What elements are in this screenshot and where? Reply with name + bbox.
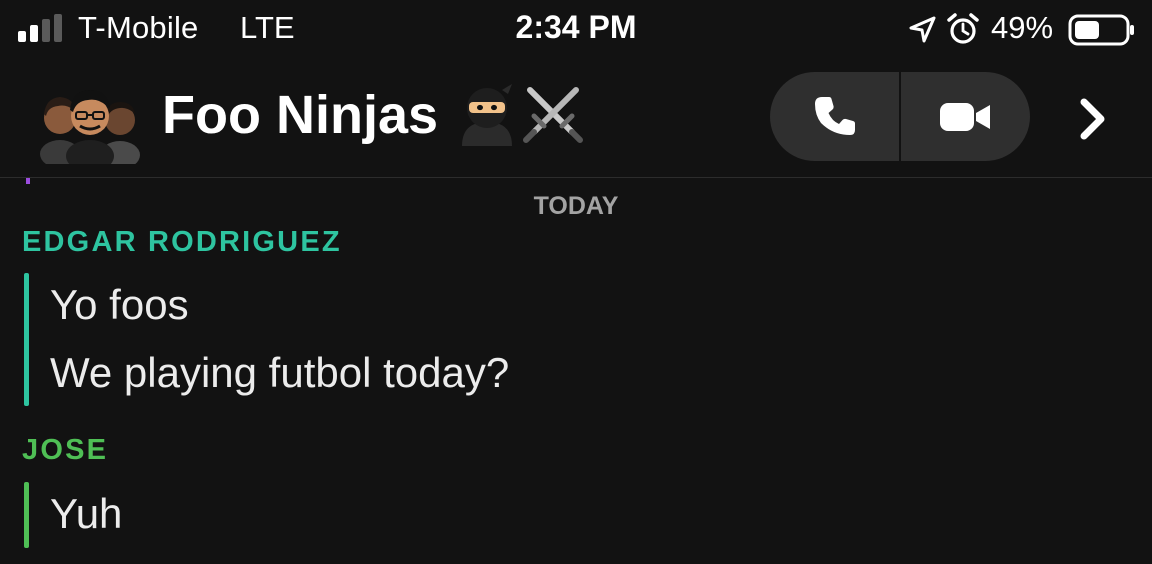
video-camera-icon: [939, 102, 990, 131]
carrier-name: T-Mobile: [78, 10, 199, 45]
voice-call-button[interactable]: [770, 72, 899, 161]
chevron-right-icon: [1080, 98, 1105, 140]
chat-header: Foo Ninjas: [0, 60, 1152, 178]
battery-percentage: 49%: [991, 10, 1054, 45]
message-text[interactable]: Yo foos: [50, 281, 189, 329]
group-details-button[interactable]: [1062, 90, 1122, 148]
group-avatar[interactable]: [38, 80, 142, 164]
message-accent-bar: [24, 273, 29, 406]
message-accent-bar: [24, 482, 29, 548]
message-text[interactable]: Yuh: [50, 490, 122, 538]
video-call-button[interactable]: [901, 72, 1030, 161]
alarm-clock-icon: [947, 13, 979, 44]
sender-name[interactable]: JOSE: [22, 434, 108, 467]
scroll-marker: [26, 178, 30, 184]
phone-icon: [814, 96, 855, 135]
call-button-group: [770, 72, 1030, 161]
ninja-emoji: [462, 84, 512, 146]
location-arrow-icon: [909, 16, 936, 43]
network-type: LTE: [240, 10, 295, 45]
crossed-swords-emoji: [523, 87, 583, 143]
date-separator: TODAY: [533, 192, 619, 220]
message-text[interactable]: We playing futbol today?: [50, 349, 509, 397]
battery-icon: [1068, 14, 1134, 46]
group-name[interactable]: Foo Ninjas: [162, 84, 438, 146]
sender-name[interactable]: EDGAR RODRIGUEZ: [22, 226, 342, 259]
signal-bars-icon: [18, 14, 62, 42]
status-bar: T-Mobile LTE 2:34 PM 49%: [0, 0, 1152, 60]
